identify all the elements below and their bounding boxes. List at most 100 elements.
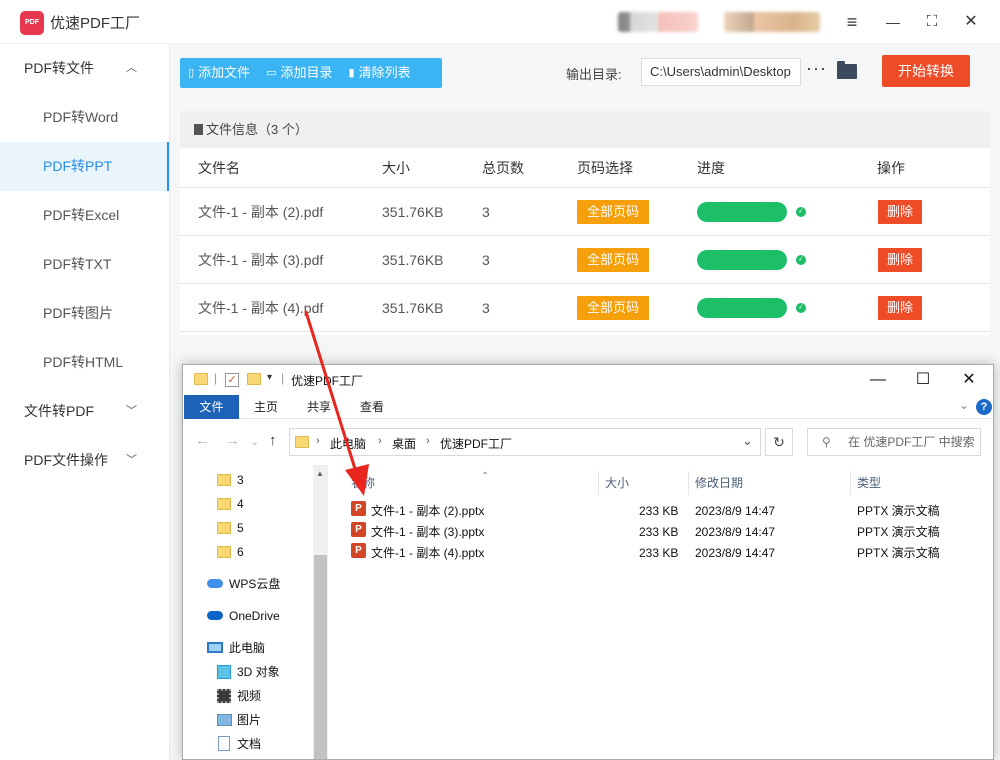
output-dir-input[interactable]: C:\Users\admin\Desktop: [641, 58, 801, 86]
folder-icon: [217, 498, 231, 510]
address-bar[interactable]: › 此电脑 › 桌面 › 优速PDF工厂 ⌄: [289, 428, 761, 456]
file-name: 文件-1 - 副本 (3).pdf: [198, 252, 324, 268]
file-name: 文件-1 - 副本 (4).pdf: [198, 300, 324, 316]
page-select-button[interactable]: 全部页码: [577, 200, 649, 224]
delete-button[interactable]: 删除: [878, 200, 922, 224]
back-arrow-icon[interactable]: ←: [195, 432, 210, 449]
explorer-ribbon: 文件 主页 共享 查看 ⌄ ?: [183, 395, 993, 419]
col-header-date[interactable]: 修改日期: [689, 471, 851, 495]
maximize-icon[interactable]: ☐: [908, 369, 938, 391]
col-page-select: 页码选择: [577, 160, 633, 176]
minimize-icon[interactable]: —: [863, 369, 893, 391]
tab-share[interactable]: 共享: [296, 395, 342, 419]
blurred-account-info: [724, 12, 820, 32]
properties-icon[interactable]: ✓: [225, 373, 239, 387]
powerpoint-icon: P: [351, 522, 366, 537]
sidebar-group-label: PDF转文件: [24, 60, 94, 76]
add-file-label: 添加文件: [198, 65, 251, 80]
sidebar-group-pdf-to-file[interactable]: PDF转文件 ︿: [0, 44, 169, 93]
col-header-size[interactable]: 大小: [599, 471, 689, 495]
file-pages: 3: [482, 300, 490, 316]
powerpoint-icon: P: [351, 543, 366, 558]
col-header-label: 名称: [351, 476, 376, 490]
delete-button[interactable]: 删除: [878, 296, 922, 320]
col-header-name[interactable]: ⌃ 名称: [345, 471, 599, 495]
maximize-icon[interactable]: ⛶: [920, 10, 944, 34]
tree-label: 文档: [237, 737, 262, 751]
sidebar-item-pdf-to-image[interactable]: PDF转图片: [0, 289, 169, 338]
app-logo-icon: PDF: [20, 11, 44, 35]
add-file-button[interactable]: ▯ 添加文件: [180, 58, 258, 88]
sidebar-group-pdf-operations[interactable]: PDF文件操作 ﹀: [0, 436, 169, 485]
separator-icon: |: [214, 371, 218, 385]
search-input[interactable]: ⚲ 在 优速PDF工厂 中搜索: [807, 428, 981, 456]
folder-icon: [217, 474, 231, 486]
app-title: 优速PDF工厂: [50, 15, 141, 32]
file-size: 233 KB: [639, 546, 679, 560]
refresh-icon[interactable]: ↻: [765, 428, 793, 456]
computer-icon: [207, 642, 223, 653]
close-icon[interactable]: ✕: [959, 10, 983, 34]
forward-arrow-icon[interactable]: →: [225, 432, 240, 449]
open-folder-icon[interactable]: [837, 61, 857, 79]
scrollbar-thumb[interactable]: [314, 555, 327, 759]
file-toolbar: ▯ 添加文件 ▭ 添加目录 ▮ 清除列表: [180, 58, 442, 88]
file-type: PPTX 演示文稿: [857, 504, 940, 518]
folder-icon: [295, 436, 309, 448]
add-folder-button[interactable]: ▭ 添加目录: [258, 58, 340, 88]
breadcrumb-this-pc[interactable]: 此电脑: [330, 435, 366, 452]
tab-home[interactable]: 主页: [243, 395, 289, 419]
page-select-button[interactable]: 全部页码: [577, 296, 649, 320]
col-size: 大小: [382, 160, 410, 176]
chevron-down-icon[interactable]: ⌄: [959, 398, 969, 412]
picture-icon: [217, 714, 232, 726]
delete-button[interactable]: 删除: [878, 248, 922, 272]
page-select-button[interactable]: 全部页码: [577, 248, 649, 272]
sidebar-group-file-to-pdf[interactable]: 文件转PDF ﹀: [0, 387, 169, 436]
powerpoint-icon: P: [351, 501, 366, 516]
folder-icon: [194, 373, 208, 385]
list-item[interactable]: P 文件-1 - 副本 (3).pptx 233 KB 2023/8/9 14:…: [329, 522, 993, 543]
new-folder-icon[interactable]: [247, 373, 261, 385]
navigation-scrollbar[interactable]: ▲: [313, 465, 328, 759]
file-info-header: 文件信息（3 个）: [180, 111, 990, 148]
sidebar-item-pdf-to-excel[interactable]: PDF转Excel: [0, 191, 169, 240]
breadcrumb-desktop[interactable]: 桌面: [392, 435, 416, 452]
start-convert-button[interactable]: 开始转换: [882, 55, 970, 87]
file-type: PPTX 演示文稿: [857, 546, 940, 560]
film-icon: [217, 689, 231, 703]
col-action: 操作: [877, 160, 905, 176]
breadcrumb-folder[interactable]: 优速PDF工厂: [440, 435, 512, 452]
help-icon[interactable]: ?: [976, 399, 992, 415]
quick-access-dropdown-icon[interactable]: ▾: [267, 372, 272, 383]
close-icon[interactable]: ✕: [954, 369, 984, 391]
separator-icon: |: [281, 371, 285, 385]
file-info-panel: 文件信息（3 个） 文件名 大小 总页数 页码选择 进度 操作 文件-1 - 副…: [180, 111, 990, 335]
clear-list-button[interactable]: ▮ 清除列表: [341, 58, 419, 88]
sidebar-item-pdf-to-html[interactable]: PDF转HTML: [0, 338, 169, 387]
up-arrow-icon[interactable]: ↑: [269, 432, 277, 449]
chevron-down-icon[interactable]: ⌄: [742, 433, 753, 449]
add-file-icon: ▯: [188, 67, 195, 79]
sidebar-item-pdf-to-txt[interactable]: PDF转TXT: [0, 240, 169, 289]
col-header-type[interactable]: 类型: [851, 471, 981, 495]
scroll-up-icon[interactable]: ▲: [316, 469, 324, 478]
file-size: 351.76KB: [382, 252, 444, 268]
file-name: 文件-1 - 副本 (2).pptx: [371, 504, 485, 518]
list-item[interactable]: P 文件-1 - 副本 (2).pptx 233 KB 2023/8/9 14:…: [329, 501, 993, 522]
minimize-icon[interactable]: —: [881, 10, 905, 34]
menu-icon[interactable]: ≡: [840, 10, 864, 34]
tab-file[interactable]: 文件: [184, 395, 239, 419]
more-options-button[interactable]: ···: [806, 58, 827, 79]
search-icon: ⚲: [822, 435, 831, 449]
list-item[interactable]: P 文件-1 - 副本 (4).pptx 233 KB 2023/8/9 14:…: [329, 543, 993, 564]
tree-label: 6: [237, 545, 244, 559]
file-date: 2023/8/9 14:47: [695, 546, 776, 560]
col-progress: 进度: [697, 160, 725, 176]
navigation-pane: 3 4 5 6 WPS云盘 OneDrive 此电脑 3D 对象 视频 图片 文…: [183, 465, 329, 759]
progress-bar: [697, 250, 787, 270]
sidebar-item-pdf-to-word[interactable]: PDF转Word: [0, 93, 169, 142]
recent-dropdown-icon[interactable]: ⌄: [250, 435, 259, 448]
tab-view[interactable]: 查看: [349, 395, 395, 419]
sidebar-item-pdf-to-ppt[interactable]: PDF转PPT: [0, 142, 169, 191]
